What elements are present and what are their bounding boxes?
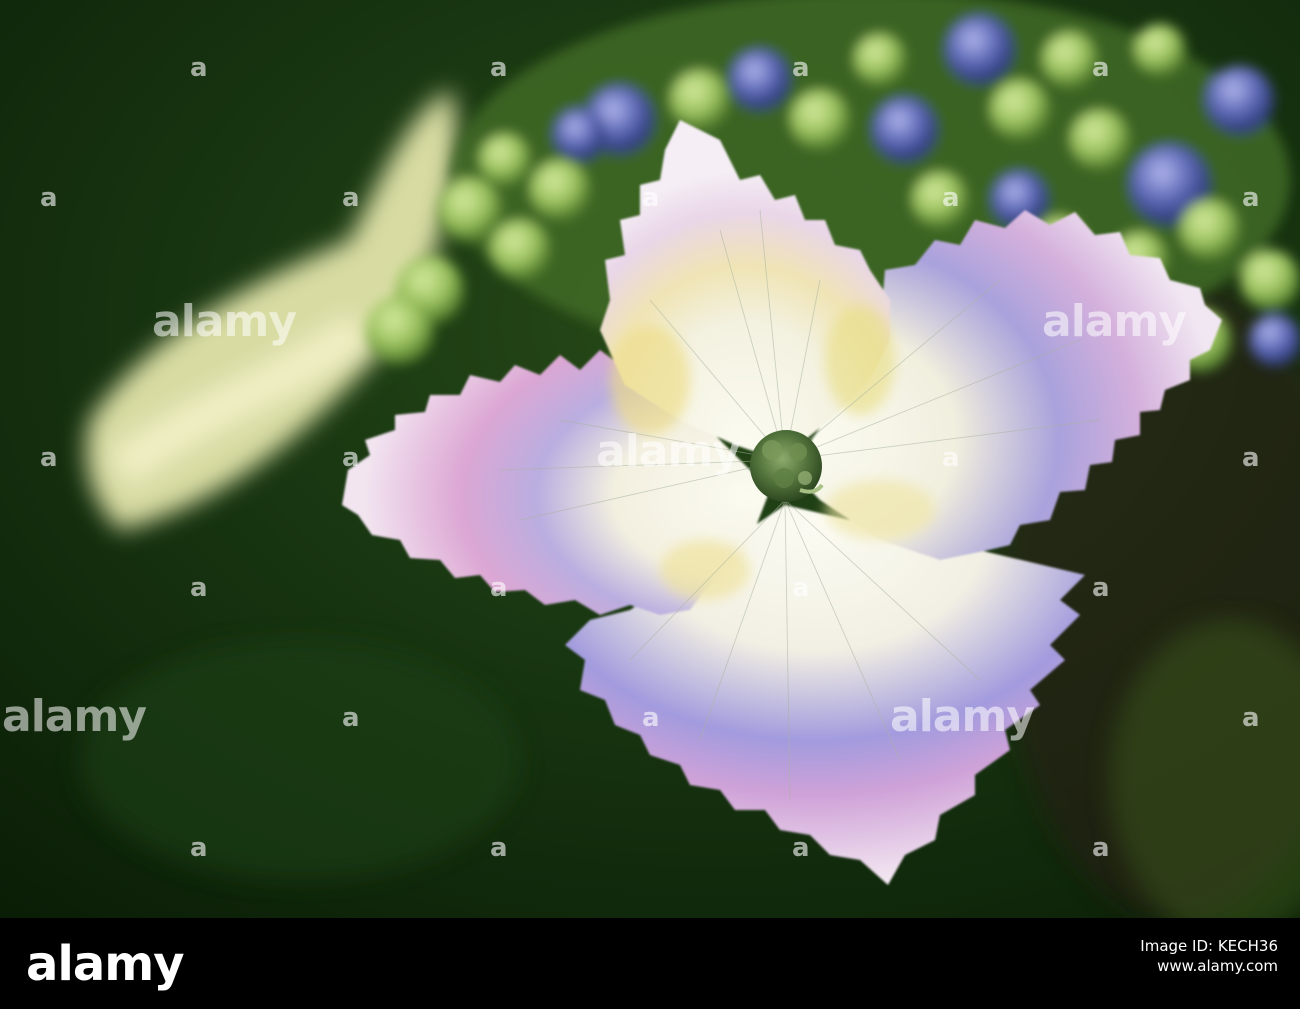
watermark-mark: a xyxy=(40,183,58,213)
image-id-label: Image ID: KECH36 xyxy=(1140,937,1278,955)
watermark-mark: a xyxy=(942,183,960,213)
watermark-mark: a xyxy=(190,833,208,863)
watermark-mark: a xyxy=(190,53,208,83)
flower-center xyxy=(750,430,824,502)
watermark-text: alamy xyxy=(2,691,147,742)
watermark-text: alamy xyxy=(152,296,297,347)
hydrangea-photo: alamy alamy alamy alamy alamy a a a a a … xyxy=(0,0,1300,918)
image-id-block: Image ID: KECH36 www.alamy.com xyxy=(1140,936,1278,977)
watermark-mark: a xyxy=(942,443,960,473)
footer-bar: alamy Image ID: KECH36 www.alamy.com xyxy=(0,918,1300,1009)
watermark-mark: a xyxy=(342,703,360,733)
watermark-mark: a xyxy=(1242,183,1260,213)
watermark-mark: a xyxy=(40,443,58,473)
watermark-mark: a xyxy=(490,833,508,863)
watermark-text: alamy xyxy=(890,691,1035,742)
watermark-mark: a xyxy=(792,833,810,863)
watermark-mark: a xyxy=(1092,833,1110,863)
image-frame: alamy alamy alamy alamy alamy a a a a a … xyxy=(0,0,1300,1009)
watermark-mark: a xyxy=(642,183,660,213)
watermark-mark: a xyxy=(792,573,810,603)
watermark-mark: a xyxy=(342,183,360,213)
watermark-mark: a xyxy=(1092,53,1110,83)
watermark-text: alamy xyxy=(596,426,741,477)
watermark-mark: a xyxy=(792,53,810,83)
watermark-mark: a xyxy=(490,573,508,603)
site-url: www.alamy.com xyxy=(1157,957,1278,976)
watermark-mark: a xyxy=(342,443,360,473)
watermark-mark: a xyxy=(1242,443,1260,473)
watermark-mark: a xyxy=(490,53,508,83)
watermark-mark: a xyxy=(642,703,660,733)
watermark-mark: a xyxy=(1242,703,1260,733)
watermark-mark: a xyxy=(1092,573,1110,603)
watermark-text: alamy xyxy=(1042,296,1187,347)
alamy-logo: alamy xyxy=(26,936,185,992)
watermark-mark: a xyxy=(190,573,208,603)
